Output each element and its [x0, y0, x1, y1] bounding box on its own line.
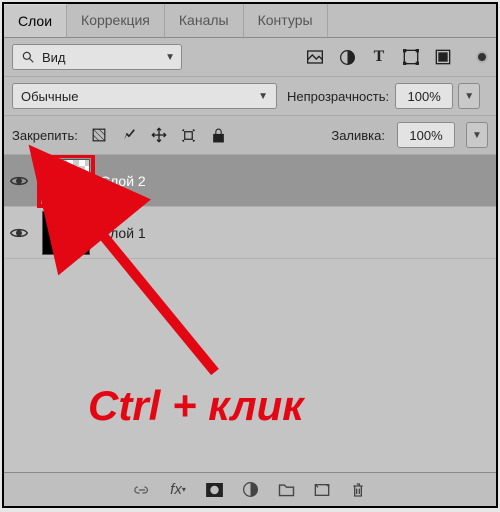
layers-list: Слой 2 Слой 1 [4, 155, 496, 472]
opacity-label: Непрозрачность: [287, 89, 389, 104]
lock-pixels-icon[interactable] [120, 126, 138, 144]
opacity-value[interactable]: 100% [395, 83, 453, 109]
filter-adjust-icon[interactable] [338, 48, 356, 66]
new-group-icon[interactable] [277, 481, 295, 499]
layer-name[interactable]: Слой 1 [100, 225, 146, 241]
layer-name[interactable]: Слой 2 [100, 173, 146, 189]
filter-type-icon[interactable]: T [370, 48, 388, 66]
tab-channels[interactable]: Каналы [165, 4, 244, 37]
fill-value[interactable]: 100% [397, 122, 455, 148]
visibility-toggle[interactable] [10, 227, 32, 239]
layer-row[interactable]: Слой 1 [4, 207, 496, 259]
tab-adjustments[interactable]: Коррекция [67, 4, 165, 37]
fx-icon[interactable]: fx▾ [169, 481, 187, 499]
new-layer-icon[interactable] [313, 481, 331, 499]
lock-label: Закрепить: [12, 128, 78, 143]
layer-thumbnail[interactable] [42, 211, 90, 255]
filter-row: Вид ▼ T [4, 38, 496, 77]
chevron-down-icon: ▼ [258, 91, 268, 102]
lock-all-icon[interactable] [210, 126, 228, 144]
panel-tabs: Слои Коррекция Каналы Контуры [4, 4, 496, 38]
lock-transparency-icon[interactable] [90, 126, 108, 144]
flower-icon [53, 166, 79, 186]
lock-row: Закрепить: Заливка: 100% ▼ [4, 116, 496, 155]
fill-label: Заливка: [331, 128, 385, 143]
filter-smart-icon[interactable] [434, 48, 452, 66]
opacity-dropdown[interactable]: ▼ [458, 83, 480, 109]
lock-position-icon[interactable] [150, 126, 168, 144]
blend-row: Обычные ▼ Непрозрачность: 100% ▼ [4, 77, 496, 116]
tab-layers[interactable]: Слои [4, 4, 67, 37]
filter-shape-icon[interactable] [402, 48, 420, 66]
link-layers-icon[interactable] [133, 481, 151, 499]
search-icon [19, 48, 37, 66]
new-fill-icon[interactable] [241, 481, 259, 499]
blend-mode-dropdown[interactable]: Обычные ▼ [12, 83, 277, 109]
fill-dropdown[interactable]: ▼ [466, 122, 488, 148]
lock-artboard-icon[interactable] [180, 126, 198, 144]
filter-toggle[interactable] [476, 51, 488, 63]
filter-icons: T [306, 48, 460, 66]
layer-row[interactable]: Слой 2 [4, 155, 496, 207]
layers-bottom-bar: fx▾ [4, 472, 496, 506]
delete-layer-icon[interactable] [349, 481, 367, 499]
add-mask-icon[interactable] [205, 481, 223, 499]
layer-thumbnail[interactable] [42, 159, 90, 203]
kind-dropdown[interactable]: Вид ▼ [12, 44, 182, 70]
filter-pixel-icon[interactable] [306, 48, 324, 66]
blend-mode-value: Обычные [21, 89, 78, 104]
visibility-toggle[interactable] [10, 175, 32, 187]
kind-label: Вид [42, 50, 66, 65]
layers-panel: Слои Коррекция Каналы Контуры Вид ▼ T [2, 2, 498, 508]
chevron-down-icon: ▼ [165, 52, 175, 63]
tab-paths[interactable]: Контуры [244, 4, 328, 37]
